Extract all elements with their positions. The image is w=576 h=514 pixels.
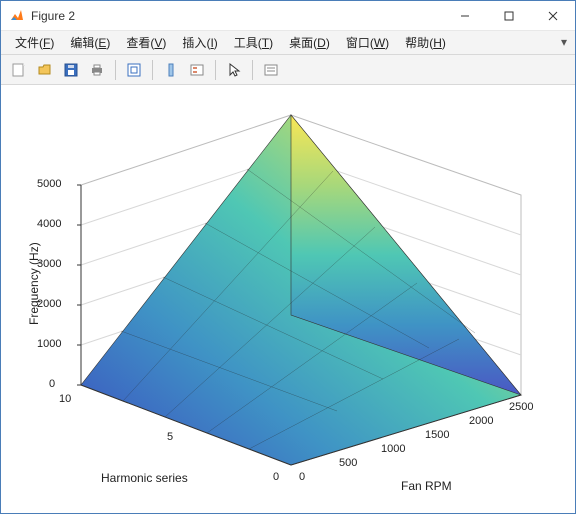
menu-view[interactable]: 查看(V) [118, 32, 174, 53]
minimize-icon [460, 11, 470, 21]
pointer-icon [226, 62, 242, 78]
edit-plot-button[interactable] [122, 58, 146, 82]
titlebar: Figure 2 [1, 1, 575, 31]
print-icon [89, 62, 105, 78]
colorbar-icon [163, 62, 179, 78]
edit-plot-icon [126, 62, 142, 78]
toolbar-separator [115, 60, 116, 80]
insert-colorbar-button[interactable] [159, 58, 183, 82]
close-button[interactable] [531, 2, 575, 30]
menubar: 文件(F) 编辑(E) 查看(V) 插入(I) 工具(T) 桌面(D) 窗口(W… [1, 31, 575, 55]
menu-tools[interactable]: 工具(T) [226, 32, 281, 53]
data-cursor-icon [263, 62, 279, 78]
menu-insert[interactable]: 插入(I) [174, 32, 225, 53]
x-tick: 1500 [425, 429, 449, 441]
save-icon [63, 62, 79, 78]
open-button[interactable] [33, 58, 57, 82]
menu-edit[interactable]: 编辑(E) [62, 32, 118, 53]
toolbar [1, 55, 575, 85]
y-tick: 0 [273, 471, 279, 483]
menu-window[interactable]: 窗口(W) [338, 32, 397, 53]
pointer-button[interactable] [222, 58, 246, 82]
insert-legend-button[interactable] [185, 58, 209, 82]
menu-help[interactable]: 帮助(H) [397, 32, 454, 53]
minimize-button[interactable] [443, 2, 487, 30]
surface-plot [1, 85, 575, 513]
maximize-button[interactable] [487, 2, 531, 30]
z-tick: 0 [49, 378, 55, 390]
toolbar-separator [152, 60, 153, 80]
new-figure-button[interactable] [7, 58, 31, 82]
menu-file[interactable]: 文件(F) [7, 32, 62, 53]
open-icon [37, 62, 53, 78]
x-tick: 0 [299, 471, 305, 483]
close-icon [548, 11, 558, 21]
save-button[interactable] [59, 58, 83, 82]
legend-icon [189, 62, 205, 78]
new-figure-icon [11, 62, 27, 78]
y-axis-label: Harmonic series [101, 471, 188, 485]
window-title: Figure 2 [31, 9, 443, 23]
toolbar-separator [252, 60, 253, 80]
y-tick: 5 [167, 431, 173, 443]
z-axis-label: Frequency (Hz) [27, 242, 41, 325]
x-tick: 1000 [381, 443, 405, 455]
matlab-icon [9, 8, 25, 24]
menu-desktop[interactable]: 桌面(D) [281, 32, 338, 53]
y-tick: 10 [59, 393, 71, 405]
x-tick: 500 [339, 457, 357, 469]
z-tick: 4000 [37, 218, 61, 230]
data-cursor-button[interactable] [259, 58, 283, 82]
figure-window: Figure 2 文件(F) 编辑(E) 查看(V) 插入(I) 工具(T) 桌… [0, 0, 576, 514]
x-tick: 2500 [509, 401, 533, 413]
z-tick: 1000 [37, 338, 61, 350]
maximize-icon [504, 11, 514, 21]
x-axis-label: Fan RPM [401, 479, 452, 493]
toolbar-separator [215, 60, 216, 80]
x-tick: 2000 [469, 415, 493, 427]
menubar-overflow-icon[interactable]: ▾ [561, 35, 567, 49]
print-button[interactable] [85, 58, 109, 82]
z-tick: 5000 [37, 178, 61, 190]
axes-canvas[interactable]: 0 1000 2000 3000 4000 5000 10 5 0 0 500 … [1, 85, 575, 513]
